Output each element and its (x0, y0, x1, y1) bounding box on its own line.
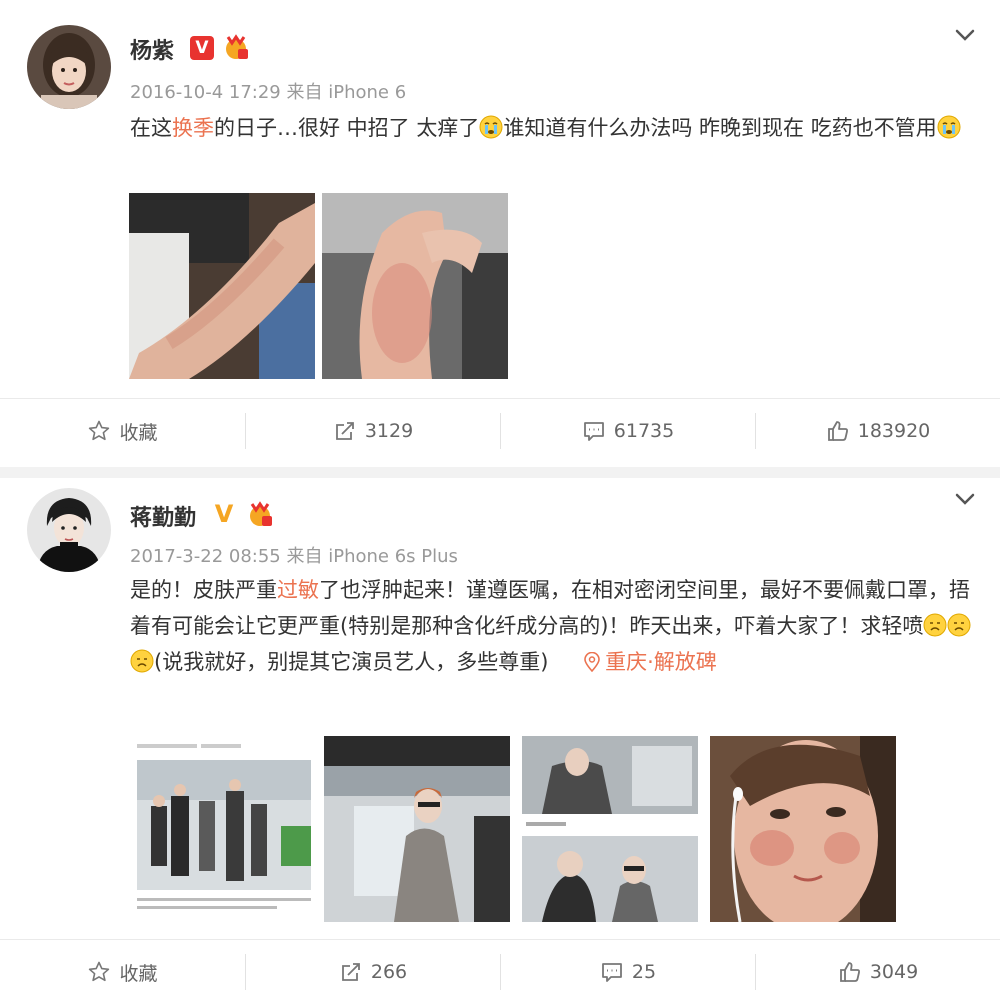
comment-icon (602, 963, 622, 982)
location-icon (584, 651, 600, 673)
repost-icon (341, 963, 360, 981)
repost-count: 3129 (364, 420, 414, 442)
action-bar: 收藏 3129 61735 183920 (0, 398, 1000, 462)
repost-button[interactable]: 3129 (246, 399, 500, 463)
verified-v-icon: V (214, 500, 234, 528)
text-segment: 是的！皮肤严重 (130, 578, 277, 602)
comment-button[interactable]: 25 (501, 940, 755, 1003)
star-icon (89, 420, 110, 441)
like-button[interactable]: 183920 (756, 399, 1000, 463)
like-count: 183920 (857, 420, 931, 442)
text-segment: (说我就好，别提其它演员艺人，多些尊重) (154, 650, 549, 674)
comment-count: 61735 (613, 420, 675, 442)
location-label: 重庆·解放碑 (605, 650, 717, 674)
post-time: 2017-3-22 08:55 (130, 546, 281, 567)
thumbs-up-icon (827, 421, 848, 441)
favorite-button[interactable]: 收藏 (0, 940, 245, 1003)
action-bar: 收藏 266 25 3049 (0, 939, 1000, 1003)
post-photo[interactable] (710, 736, 896, 922)
location-tag[interactable]: 重庆·解放碑 (555, 650, 717, 674)
crying-emoji-icon (130, 649, 154, 673)
post-meta: 2017-3-22 08:55 来自 iPhone 6s Plus (130, 542, 458, 568)
source-prefix: 来自 (286, 546, 323, 567)
chevron-down-icon[interactable] (950, 20, 980, 50)
verified-v-icon: V (190, 36, 214, 60)
crying-emoji-icon (923, 613, 947, 637)
text-segment: 谁知道有什么办法吗 昨晚到现在 吃药也不管用 (503, 116, 937, 140)
medal-icon (250, 501, 272, 526)
source-device[interactable]: iPhone 6 (328, 82, 406, 103)
thumbs-up-icon (839, 962, 860, 982)
repost-icon (335, 422, 354, 440)
post-time: 2016-10-4 17:29 (130, 82, 281, 103)
post-photo[interactable] (131, 736, 317, 922)
username[interactable]: 杨紫 (130, 33, 174, 65)
post-photo[interactable] (322, 193, 508, 379)
medal-icon (226, 34, 248, 59)
text-segment: 的日子…很好 中招了 太痒了 (214, 116, 480, 140)
post-photo[interactable] (324, 736, 510, 922)
chevron-down-icon[interactable] (950, 484, 980, 514)
like-button[interactable]: 3049 (756, 940, 1000, 1003)
comment-count: 25 (631, 961, 657, 983)
post-photo[interactable] (522, 736, 698, 922)
crying-emoji-icon (947, 613, 971, 637)
hashtag-link[interactable]: 过敏 (277, 578, 319, 602)
post-text: 是的！皮肤严重过敏了也浮肿起来！谨遵医嘱，在相对密闭空间里，最好不要佩戴口罩，捂… (130, 572, 985, 680)
like-count: 3049 (869, 961, 919, 983)
post-meta: 2016-10-4 17:29 来自 iPhone 6 (130, 78, 406, 104)
post-text: 在这换季的日子…很好 中招了 太痒了 谁知道有什么办法吗 昨晚到现在 吃药也不管用 (130, 110, 980, 146)
weibo-post-1: 杨紫 V 2016-10-4 17:29 来自 iPhone 6 在这换季的日子… (0, 0, 1000, 467)
hashtag-link[interactable]: 换季 (172, 116, 214, 140)
source-device[interactable]: iPhone 6s Plus (328, 546, 458, 567)
username[interactable]: 蒋勤勤 (130, 500, 196, 532)
favorite-label: 收藏 (119, 962, 158, 985)
weibo-post-2: 蒋勤勤 V 2017-3-22 08:55 来自 iPhone 6s Plus … (0, 478, 1000, 1003)
text-segment: 在这 (130, 116, 172, 140)
user-avatar[interactable] (27, 25, 111, 109)
favorite-label: 收藏 (119, 421, 158, 444)
repost-button[interactable]: 266 (246, 940, 500, 1003)
crying-emoji-icon (937, 115, 961, 139)
user-avatar[interactable] (27, 488, 111, 572)
crying-emoji-icon (479, 115, 503, 139)
favorite-button[interactable]: 收藏 (0, 399, 245, 463)
star-icon (89, 961, 110, 982)
source-prefix: 来自 (286, 82, 323, 103)
post-photo[interactable] (129, 193, 315, 379)
repost-count: 266 (370, 961, 408, 983)
comment-button[interactable]: 61735 (501, 399, 755, 463)
comment-icon (583, 422, 604, 441)
